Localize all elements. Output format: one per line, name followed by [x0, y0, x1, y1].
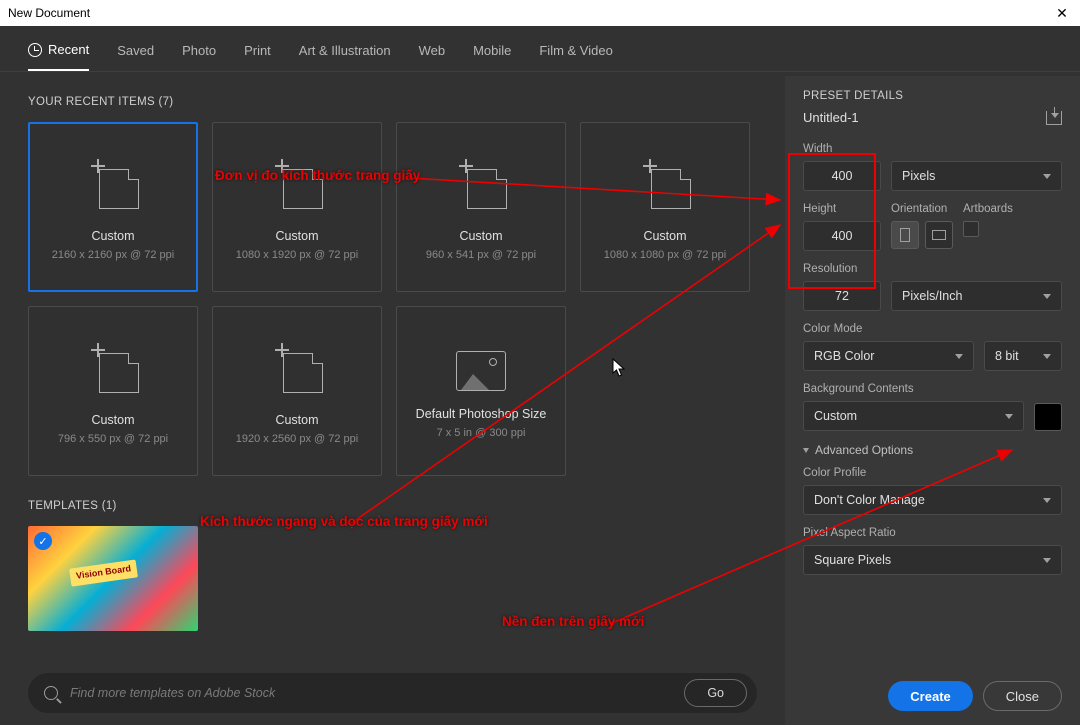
tab-recent[interactable]: Recent	[28, 42, 89, 71]
aspect-ratio-dropdown[interactable]: Square Pixels	[803, 545, 1062, 575]
page-icon	[467, 169, 507, 209]
tab-web[interactable]: Web	[419, 43, 446, 70]
create-button[interactable]: Create	[888, 681, 972, 711]
close-icon[interactable]: ✕	[1052, 5, 1072, 22]
color-mode-label: Color Mode	[803, 323, 1062, 335]
recent-grid: Custom 2160 x 2160 px @ 72 ppi Custom 10…	[28, 122, 757, 476]
color-mode-dropdown[interactable]: RGB Color	[803, 341, 974, 371]
page-icon	[99, 169, 139, 209]
color-profile-label: Color Profile	[803, 467, 1062, 479]
orientation-landscape-button[interactable]	[925, 221, 953, 249]
aspect-label: Pixel Aspect Ratio	[803, 527, 1062, 539]
artboards-checkbox[interactable]	[963, 221, 979, 237]
bg-color-swatch[interactable]	[1034, 403, 1062, 431]
bg-dropdown[interactable]: Custom	[803, 401, 1024, 431]
tab-mobile[interactable]: Mobile	[473, 43, 511, 70]
color-profile-dropdown[interactable]: Don't Color Manage	[803, 485, 1062, 515]
recent-header: YOUR RECENT ITEMS (7)	[28, 96, 757, 108]
height-input[interactable]	[803, 221, 881, 251]
resolution-input[interactable]	[803, 281, 881, 311]
preset-card[interactable]: Custom 960 x 541 px @ 72 ppi	[396, 122, 566, 292]
page-icon	[99, 353, 139, 393]
bg-label: Background Contents	[803, 383, 1062, 395]
template-banner: Vision Board	[69, 559, 138, 586]
preset-name-field[interactable]: Untitled-1	[803, 110, 1046, 125]
picture-icon	[456, 351, 506, 391]
resolution-label: Resolution	[803, 263, 1062, 275]
category-tabs: Recent Saved Photo Print Art & Illustrat…	[0, 26, 1080, 72]
width-label: Width	[803, 143, 1062, 155]
page-icon	[283, 353, 323, 393]
page-icon	[651, 169, 691, 209]
orientation-portrait-button[interactable]	[891, 221, 919, 249]
orientation-label: Orientation	[891, 203, 953, 215]
download-icon[interactable]	[1046, 111, 1062, 125]
go-button[interactable]: Go	[684, 679, 747, 707]
stock-search: Go	[28, 673, 757, 713]
templates-header: TEMPLATES (1)	[28, 500, 757, 512]
tab-art-illustration[interactable]: Art & Illustration	[299, 43, 391, 70]
height-label: Height	[803, 203, 881, 215]
advanced-options-toggle[interactable]: Advanced Options	[803, 443, 1062, 457]
template-card[interactable]: ✓ Vision Board	[28, 526, 198, 631]
close-button[interactable]: Close	[983, 681, 1062, 711]
tab-film-video[interactable]: Film & Video	[539, 43, 612, 70]
artboards-label: Artboards	[963, 203, 1013, 215]
preset-card[interactable]: Custom 2160 x 2160 px @ 72 ppi	[28, 122, 198, 292]
search-icon	[44, 686, 58, 700]
search-input[interactable]	[70, 686, 672, 700]
page-icon	[283, 169, 323, 209]
preset-card[interactable]: Custom 1080 x 1920 px @ 72 ppi	[212, 122, 382, 292]
preset-card[interactable]: Custom 796 x 550 px @ 72 ppi	[28, 306, 198, 476]
preset-card[interactable]: Custom 1080 x 1080 px @ 72 ppi	[580, 122, 750, 292]
preset-card[interactable]: Custom 1920 x 2560 px @ 72 ppi	[212, 306, 382, 476]
tab-photo[interactable]: Photo	[182, 43, 216, 70]
check-icon: ✓	[34, 532, 52, 550]
tab-print[interactable]: Print	[244, 43, 271, 70]
window-title: New Document	[8, 6, 1052, 20]
preset-details-header: PRESET DETAILS	[803, 90, 1062, 102]
preset-card[interactable]: Default Photoshop Size 7 x 5 in @ 300 pp…	[396, 306, 566, 476]
width-input[interactable]	[803, 161, 881, 191]
tab-saved[interactable]: Saved	[117, 43, 154, 70]
recent-icon	[28, 43, 42, 57]
window-titlebar: New Document ✕	[0, 0, 1080, 26]
units-dropdown[interactable]: Pixels	[891, 161, 1062, 191]
resolution-units-dropdown[interactable]: Pixels/Inch	[891, 281, 1062, 311]
bit-depth-dropdown[interactable]: 8 bit	[984, 341, 1062, 371]
